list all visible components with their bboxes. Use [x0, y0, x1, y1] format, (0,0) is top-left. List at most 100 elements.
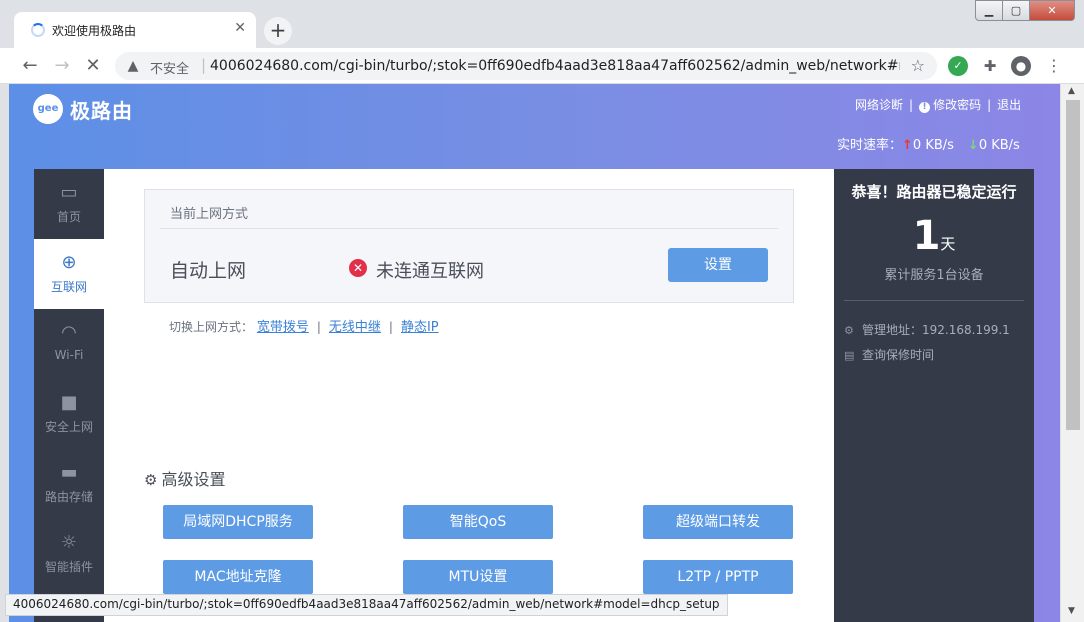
- advanced-title-text: 高级设置: [161, 470, 226, 489]
- sidebar-item-internet[interactable]: ⊕ 互联网: [34, 239, 104, 309]
- sidebar-item-storage[interactable]: ▬ 路由存储: [34, 449, 104, 519]
- option-divider: |: [388, 320, 393, 334]
- network-diagnosis-link[interactable]: 网络诊断: [855, 98, 903, 112]
- scroll-down-icon[interactable]: ▼: [1068, 606, 1075, 616]
- stop-loading-icon[interactable]: ✕: [80, 53, 106, 79]
- admin-address-text: 管理地址：192.168.199.1: [862, 323, 1010, 337]
- main-content: 当前上网方式 自动上网 ✕ 未连通互联网 设置 切换上网方式： 宽带拨号 | 无线中…: [104, 169, 834, 622]
- address-bar[interactable]: ▲ 不安全 | 4006024680.com/cgi-bin/turbo/;st…: [115, 52, 937, 80]
- scroll-up-icon[interactable]: ▲: [1068, 86, 1075, 96]
- change-password-link[interactable]: 修改密码: [933, 98, 981, 112]
- tab-title: 欢迎使用极路由: [52, 24, 137, 38]
- sidebar-item-label: 安全上网: [44, 420, 93, 434]
- uptime-number: 1: [912, 213, 941, 259]
- link-divider: |: [987, 98, 992, 112]
- lan-dhcp-button[interactable]: 局域网DHCP服务: [163, 505, 313, 539]
- switch-label: 切换上网方式：: [169, 320, 254, 334]
- page-scrollbar[interactable]: ▲ ▼: [1060, 84, 1084, 622]
- extension-check-icon[interactable]: ✓: [948, 56, 968, 76]
- loading-spinner-icon: [31, 23, 45, 37]
- advanced-settings-title: ⚙ 高级设置: [144, 466, 225, 490]
- box-divider: [160, 228, 778, 229]
- url-separator: |: [201, 56, 207, 74]
- settings-button[interactable]: 设置: [668, 248, 768, 282]
- connection-status-box: 当前上网方式 自动上网 ✕ 未连通互联网 设置: [144, 189, 794, 303]
- globe-icon: ⊕: [61, 252, 77, 273]
- option-divider: |: [316, 320, 321, 334]
- browser-titlebar: 欢迎使用极路由 ✕ + ▁ ▢ ✕: [0, 0, 1084, 48]
- sidebar-item-label: 互联网: [50, 280, 87, 294]
- sidebar: ▭ 首页 ⊕ 互联网 ◠ Wi-Fi ■ 安全上网 ▬ 路由存储 ☼ 智能插件: [34, 169, 104, 622]
- static-ip-link[interactable]: 静态IP: [401, 320, 439, 335]
- smart-qos-button[interactable]: 智能QoS: [403, 505, 553, 539]
- uptime-days: 1天: [834, 213, 1034, 259]
- bulb-icon: ☼: [60, 532, 78, 553]
- uptime-unit: 天: [940, 235, 956, 253]
- logout-link[interactable]: 退出: [997, 98, 1021, 112]
- sidebar-item-label: 智能插件: [44, 560, 93, 574]
- warning-icon[interactable]: ▲: [125, 58, 141, 74]
- monitor-icon: ▭: [60, 182, 78, 203]
- account-icon[interactable]: ●: [1011, 56, 1031, 76]
- forward-icon[interactable]: →: [49, 53, 75, 79]
- gear-icon: ⚙: [144, 471, 158, 489]
- folder-icon: ▬: [60, 462, 78, 483]
- window-maximize-button[interactable]: ▢: [1002, 0, 1030, 21]
- router-admin-page: gee 极路由 网络诊断 |! 修改密码 | 退出 实时速率：↑0 KB/s ↓0 KB/…: [9, 84, 1060, 622]
- panel-divider: [844, 300, 1024, 301]
- url-text[interactable]: 4006024680.com/cgi-bin/turbo/;stok=0ff69…: [210, 58, 900, 74]
- sidebar-item-plugins[interactable]: ☼ 智能插件: [34, 519, 104, 589]
- sidebar-item-label: 路由存储: [44, 490, 93, 504]
- sidebar-item-label: 首页: [56, 210, 81, 224]
- sidebar-item-wifi[interactable]: ◠ Wi-Fi: [34, 309, 104, 379]
- warranty-link[interactable]: ▤ 查询保修时间: [844, 346, 934, 363]
- link-divider: |: [909, 98, 914, 112]
- gear-icon: ⚙: [844, 324, 854, 337]
- connection-status: 未连通互联网: [376, 261, 484, 282]
- menu-dots-icon[interactable]: ⋮: [1044, 56, 1064, 76]
- devices-served: 累计服务1台设备: [884, 268, 984, 283]
- sidebar-item-label: Wi-Fi: [54, 348, 84, 362]
- calendar-icon: ▤: [844, 349, 855, 362]
- sidebar-item-security[interactable]: ■ 安全上网: [34, 379, 104, 449]
- header-links: 网络诊断 |! 修改密码 | 退出: [855, 96, 1021, 113]
- stable-running-message: 恭喜！路由器已稳定运行: [851, 183, 1017, 201]
- new-tab-button[interactable]: +: [264, 17, 292, 45]
- link-status-bar: 4006024680.com/cgi-bin/turbo/;stok=0ff69…: [5, 594, 728, 616]
- insecure-label[interactable]: 不安全: [150, 58, 189, 77]
- switch-mode-row: 切换上网方式： 宽带拨号 | 无线中继 | 静态IP: [169, 316, 439, 335]
- port-forward-button[interactable]: 超级端口转发: [643, 505, 793, 539]
- download-speed: 0 KB/s: [978, 138, 1020, 153]
- error-icon: ✕: [349, 259, 367, 277]
- l2tp-pptp-button[interactable]: L2TP / PPTP: [643, 560, 793, 594]
- upload-speed: 0 KB/s: [912, 138, 954, 153]
- browser-toolbar: ← → ✕ ▲ 不安全 | 4006024680.com/cgi-bin/tur…: [0, 48, 1084, 84]
- speed-label: 实时速率：: [837, 138, 903, 153]
- wifi-icon: ◠: [61, 322, 77, 343]
- lock-icon: ■: [60, 392, 78, 413]
- wireless-relay-link[interactable]: 无线中继: [329, 320, 381, 335]
- gee-logo-icon: gee: [33, 94, 63, 124]
- router-status-panel: 恭喜！路由器已稳定运行 1天 累计服务1台设备 ⚙ 管理地址：192.168.19…: [834, 169, 1034, 622]
- upload-arrow-icon: ↑: [902, 138, 913, 153]
- warranty-text[interactable]: 查询保修时间: [862, 348, 934, 362]
- realtime-speed: 实时速率：↑0 KB/s ↓0 KB/s: [837, 134, 1020, 153]
- browser-tab[interactable]: 欢迎使用极路由 ✕: [14, 12, 256, 48]
- brand-name: 极路由: [70, 99, 133, 123]
- download-arrow-icon: ↓: [967, 138, 979, 153]
- connection-mode: 自动上网: [170, 260, 247, 282]
- tab-close-icon[interactable]: ✕: [234, 20, 246, 36]
- box-title: 当前上网方式: [170, 207, 249, 222]
- back-icon[interactable]: ←: [17, 53, 43, 79]
- scroll-thumb[interactable]: [1066, 100, 1080, 430]
- mac-clone-button[interactable]: MAC地址克隆: [163, 560, 313, 594]
- info-icon: !: [919, 102, 931, 113]
- mtu-settings-button[interactable]: MTU设置: [403, 560, 553, 594]
- admin-address: ⚙ 管理地址：192.168.199.1: [844, 321, 1010, 338]
- pppoe-link[interactable]: 宽带拨号: [257, 320, 309, 335]
- window-minimize-button[interactable]: ▁: [975, 0, 1003, 21]
- extensions-puzzle-icon[interactable]: ✚: [980, 56, 1000, 76]
- bookmark-star-icon[interactable]: ☆: [911, 56, 925, 75]
- sidebar-item-home[interactable]: ▭ 首页: [34, 169, 104, 239]
- window-close-button[interactable]: ✕: [1029, 0, 1075, 21]
